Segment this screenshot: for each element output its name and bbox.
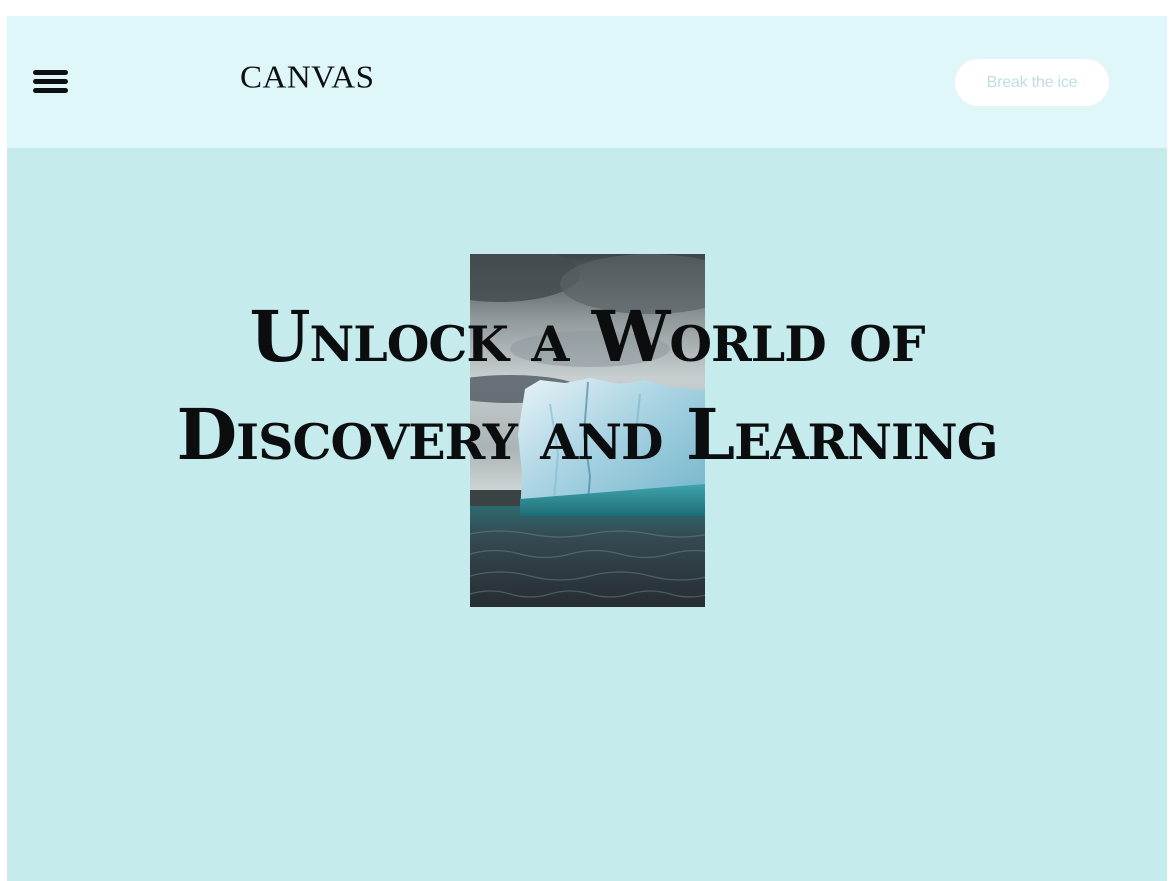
- site-header: CANVAS Break the ice: [7, 16, 1167, 148]
- site-logo[interactable]: CANVAS: [240, 62, 374, 94]
- page-frame: CANVAS Break the ice Unlock a World of D…: [7, 16, 1167, 881]
- hamburger-menu-icon[interactable]: [31, 66, 71, 96]
- iceberg-image: [470, 254, 705, 607]
- break-the-ice-button[interactable]: Break the ice: [955, 59, 1109, 106]
